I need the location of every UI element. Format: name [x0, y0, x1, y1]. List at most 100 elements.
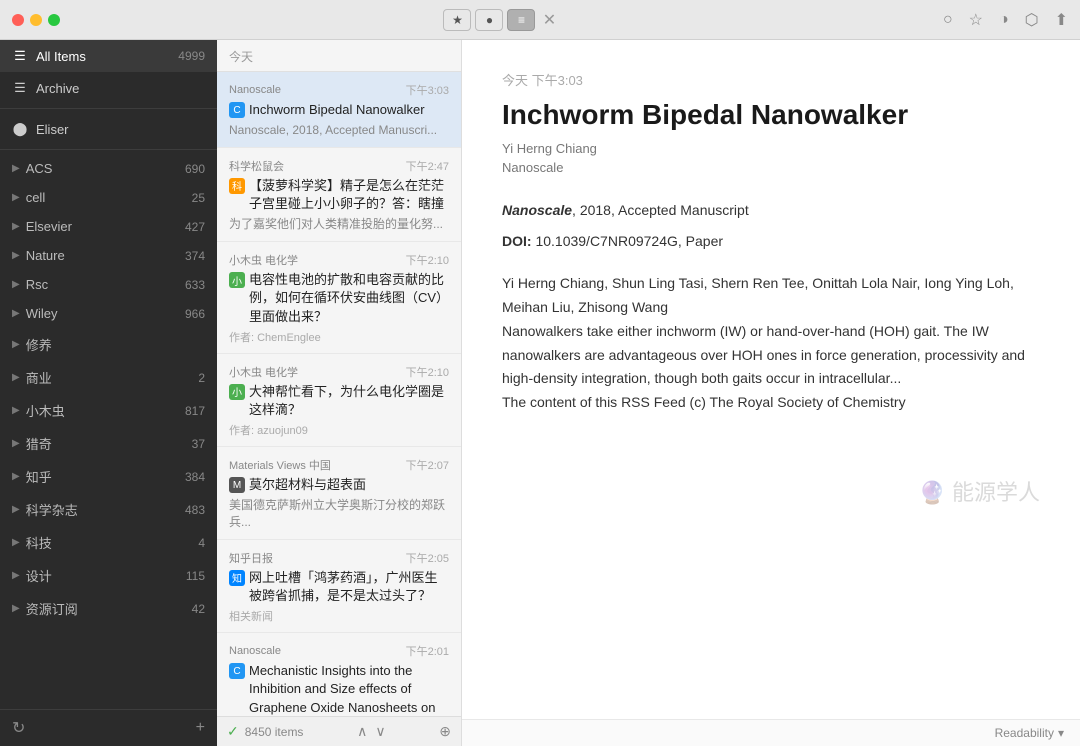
refresh-icon[interactable]: ↻: [12, 718, 25, 738]
content-wrapper: 今天 下午3:03 Inchworm Bipedal Nanowalker Yi…: [462, 40, 1080, 746]
article-title: Inchworm Bipedal Nanowalker: [249, 101, 425, 119]
sidebar-item-nature[interactable]: ▶ Nature 374: [0, 241, 217, 270]
cell-count: 25: [192, 191, 205, 205]
meta-journal: Nanoscale: [502, 202, 572, 218]
bookmark-icon[interactable]: ⊕: [439, 723, 451, 740]
add-icon[interactable]: +: [196, 719, 205, 737]
content-bottom-bar: Readability ▾: [462, 719, 1080, 746]
elsevier-count: 427: [185, 220, 205, 234]
sidebar-item-xiaomuchong[interactable]: ▶ 小木虫 817: [0, 394, 217, 427]
chevron-icon: ▶: [12, 192, 20, 203]
lieqi-count: 37: [192, 437, 205, 451]
nav-down-arrow[interactable]: ∨: [375, 723, 385, 740]
sidebar-item-sheji[interactable]: ▶ 设计 115: [0, 559, 217, 592]
chevron-icon: ▶: [12, 163, 20, 174]
share-icon[interactable]: ⬆: [1055, 10, 1068, 30]
dot-tab-button[interactable]: ●: [475, 9, 503, 31]
doi-label: DOI:: [502, 233, 532, 249]
chevron-icon: ▶: [12, 279, 20, 290]
chevron-icon: ▶: [12, 221, 20, 232]
sidebar-item-cell[interactable]: ▶ cell 25: [0, 183, 217, 212]
sidebar-item-zhihu[interactable]: ▶ 知乎 384: [0, 460, 217, 493]
star-tab-button[interactable]: ★: [443, 9, 471, 31]
article-source: 小木虫 电化学: [229, 364, 298, 380]
sidebar-item-keji[interactable]: ▶ 科技 4: [0, 526, 217, 559]
article-item[interactable]: 知乎日报 下午2:05 知 网上吐槽「鸿茅药酒」，广州医生被跨省抓捕，是不是太过…: [217, 540, 461, 633]
article-source: 科学松鼠会: [229, 158, 284, 174]
source-icon: 小: [229, 384, 245, 400]
all-items-count: 4999: [178, 49, 205, 63]
sidebar-item-wiley[interactable]: ▶ Wiley 966: [0, 299, 217, 328]
content-doi: DOI: 10.1039/C7NR09724G, Paper: [502, 230, 1040, 252]
sidebar-item-lieqi[interactable]: ▶ 猎奇 37: [0, 427, 217, 460]
sidebar-item-shangye[interactable]: ▶ 商业 2: [0, 361, 217, 394]
sidebar-item-elsevier[interactable]: ▶ Elsevier 427: [0, 212, 217, 241]
title-bar-right-icons: ○ ☆ ◑ ⬡ ⬆: [943, 10, 1068, 30]
archive-icon: ☰: [12, 80, 28, 96]
sidebar-groups: ▶ ACS 690 ▶ cell 25 ▶ Elsevier 427: [0, 149, 217, 625]
source-icon: 小: [229, 272, 245, 288]
star-icon[interactable]: ☆: [969, 10, 983, 30]
shangye-label: 商业: [26, 368, 52, 387]
article-list-date-header: Nanoscale 今天: [217, 40, 461, 72]
ziyuandingyu-label: 资源订阅: [26, 599, 78, 618]
sidebar-item-all-items[interactable]: ☰ All Items 4999: [0, 40, 217, 72]
title-bar: ★ ● ≡ ✕ ○ ☆ ◑ ⬡ ⬆: [0, 0, 1080, 40]
nav-up-arrow[interactable]: ∧: [357, 723, 367, 740]
check-all-icon[interactable]: ✓: [227, 723, 239, 740]
article-title: 【菠萝科学奖】精子是怎么在茫茫子宫里碰上小小卵子的？答：瞎撞: [249, 177, 449, 213]
wiley-label: Wiley: [26, 306, 58, 321]
ziyuandingyu-count: 42: [192, 602, 205, 616]
article-title: 大神帮忙看下，为什么电化学圈是这样滴？: [249, 383, 449, 419]
sidebar-item-archive[interactable]: ☰ Archive: [0, 72, 217, 104]
acs-label: ACS: [26, 161, 53, 176]
xiaomuchong-label: 小木虫: [26, 401, 65, 420]
sidebar-item-rsc[interactable]: ▶ Rsc 633: [0, 270, 217, 299]
nature-label: Nature: [26, 248, 65, 263]
content-author: Yi Herng Chiang: [502, 141, 1040, 156]
window-close-button[interactable]: ✕: [539, 10, 559, 30]
chevron-icon: ▶: [12, 405, 20, 416]
article-item[interactable]: 小木虫 电化学 下午2:10 小 电容性电池的扩散和电容贡献的比例，如何在循环伏…: [217, 242, 461, 354]
all-items-label: All Items: [36, 49, 86, 64]
list-tab-button[interactable]: ≡: [507, 9, 535, 31]
article-time: 下午2:10: [406, 252, 449, 268]
all-items-icon: ☰: [12, 48, 28, 64]
eliser-label: Eliser: [36, 122, 69, 137]
tag-icon: ⬤: [12, 121, 28, 137]
article-preview: 为了嘉奖他们对人类精准投胎的量化努...: [229, 216, 449, 233]
sidebar-item-acs[interactable]: ▶ ACS 690: [0, 154, 217, 183]
article-time: 下午2:10: [406, 364, 449, 380]
sidebar-item-eliser[interactable]: ⬤ Eliser: [0, 113, 217, 145]
article-item[interactable]: 小木虫 电化学 下午2:10 小 大神帮忙看下，为什么电化学圈是这样滴？ 作者:…: [217, 354, 461, 447]
chevron-icon: ▶: [12, 308, 20, 319]
theme-icon[interactable]: ◑: [999, 11, 1009, 29]
doi-value: 10.1039/C7NR09724G, Paper: [532, 233, 723, 249]
sidebar-item-xiuyang[interactable]: ▶ 修养: [0, 328, 217, 361]
content-body: Yi Herng Chiang, Shun Ling Tasi, Shern R…: [502, 272, 1040, 415]
rsc-label: Rsc: [26, 277, 48, 292]
article-time: 下午3:03: [406, 82, 449, 98]
meta-year: , 2018, Accepted Manuscript: [572, 202, 749, 218]
article-item[interactable]: Materials Views 中国 下午2:07 M 莫尔超材料与超表面 美国…: [217, 447, 461, 540]
search-icon[interactable]: ○: [943, 11, 953, 29]
zhihu-label: 知乎: [26, 467, 52, 486]
cell-label: cell: [26, 190, 46, 205]
rsc-count: 633: [185, 278, 205, 292]
keji-count: 4: [198, 536, 205, 550]
article-item[interactable]: Nanoscale 下午2:01 C Mechanistic Insights …: [217, 633, 461, 716]
article-title: 电容性电池的扩散和电容贡献的比例，如何在循环伏安曲线图（CV）里面做出来？: [249, 271, 449, 326]
article-title: Mechanistic Insights into the Inhibition…: [249, 662, 449, 716]
minimize-button[interactable]: [30, 14, 42, 26]
plugin-icon[interactable]: ⬡: [1025, 10, 1039, 30]
maximize-button[interactable]: [48, 14, 60, 26]
sidebar-item-kexuezazhi[interactable]: ▶ 科学杂志 483: [0, 493, 217, 526]
sidebar-eliser-section: ⬤ Eliser: [0, 108, 217, 145]
article-item[interactable]: 科学松鼠会 下午2:47 科 【菠萝科学奖】精子是怎么在茫茫子宫里碰上小小卵子的…: [217, 148, 461, 242]
article-list-bottom-bar: ✓ 8450 items ∧ ∨ ⊕: [217, 716, 461, 746]
source-icon: M: [229, 477, 245, 493]
article-item[interactable]: Nanoscale 下午3:03 C Inchworm Bipedal Nano…: [217, 72, 461, 148]
sidebar-item-ziyuandingyu[interactable]: ▶ 资源订阅 42: [0, 592, 217, 625]
close-button[interactable]: [12, 14, 24, 26]
readability-button[interactable]: Readability ▾: [995, 726, 1064, 740]
